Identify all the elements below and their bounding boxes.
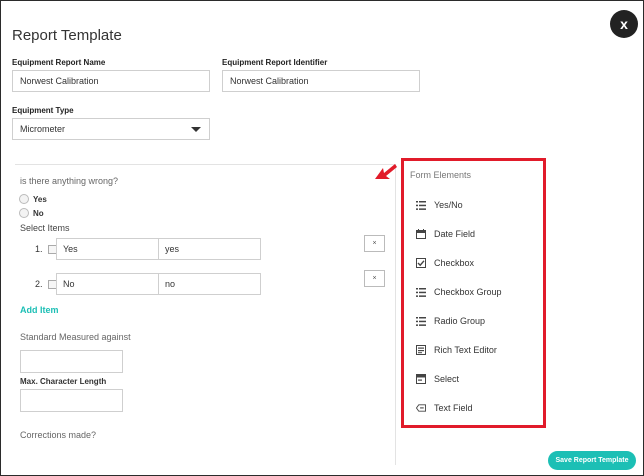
add-item-link[interactable]: Add Item	[20, 305, 59, 315]
list-icon	[416, 287, 426, 297]
form-elements-title: Form Elements	[410, 170, 472, 180]
form-element-label: Checkbox	[434, 258, 475, 268]
item-value-input[interactable]: yes	[158, 238, 261, 260]
chevron-down-icon	[191, 127, 201, 132]
report-template-dialog: Report Template x Equipment Report Name …	[0, 0, 644, 476]
calendar-icon	[416, 229, 426, 239]
form-element-label: Rich Text Editor	[434, 345, 497, 355]
close-button[interactable]: x	[610, 10, 638, 38]
dialog-title: Report Template	[12, 27, 122, 44]
select-icon	[416, 374, 426, 384]
select-items-label: Select Items	[20, 223, 70, 233]
text-editor-icon	[416, 345, 426, 355]
form-element-select[interactable]: Select	[416, 372, 536, 386]
form-element-label: Select	[434, 374, 460, 384]
remove-item-button[interactable]: ×	[364, 270, 385, 287]
radio-yes[interactable]	[19, 194, 29, 204]
equipment-type-value: Micrometer	[20, 124, 66, 134]
form-element-yes-no[interactable]: Yes/No	[416, 198, 536, 212]
form-element-checkbox[interactable]: Checkbox	[416, 256, 536, 270]
radio-no-label: No	[33, 209, 44, 218]
form-element-label: Radio Group	[434, 316, 486, 326]
report-name-label: Equipment Report Name	[12, 58, 106, 67]
list-icon	[416, 200, 426, 210]
form-element-label: Text Field	[434, 403, 473, 413]
max-length-input[interactable]	[20, 389, 123, 412]
item-number: 1.	[35, 244, 43, 254]
question-text: Standard Measured against	[20, 332, 131, 342]
question-text: is there anything wrong?	[20, 176, 119, 186]
list-icon	[416, 316, 426, 326]
identifier-value: Norwest Calibration	[230, 76, 309, 86]
checkbox-icon	[416, 258, 426, 268]
form-element-checkbox-group[interactable]: Checkbox Group	[416, 285, 536, 299]
form-elements-panel: Form Elements Yes/No Date Field Checkbox…	[401, 158, 546, 428]
item-number: 2.	[35, 279, 43, 289]
close-icon: x	[620, 16, 628, 32]
item-value-input[interactable]: no	[158, 273, 261, 295]
item-label-value: Yes	[63, 244, 78, 254]
equipment-type-select[interactable]: Micrometer	[12, 118, 210, 140]
question-text: Corrections made?	[20, 430, 97, 440]
equipment-type-label: Equipment Type	[12, 106, 74, 115]
form-element-label: Yes/No	[434, 200, 463, 210]
close-icon: ×	[372, 240, 377, 247]
remove-item-button[interactable]: ×	[364, 235, 385, 252]
radio-yes-label: Yes	[33, 195, 47, 204]
report-name-input[interactable]: Norwest Calibration	[12, 70, 210, 92]
item-label-input[interactable]: No	[56, 273, 159, 295]
item-value-value: no	[165, 279, 176, 289]
identifier-input[interactable]: Norwest Calibration	[222, 70, 420, 92]
text-field-icon	[416, 403, 426, 413]
form-element-rich-text-editor[interactable]: Rich Text Editor	[416, 343, 536, 357]
item-value-value: yes	[165, 244, 180, 254]
item-label-value: No	[63, 279, 75, 289]
answer-input[interactable]	[20, 350, 123, 373]
form-element-label: Date Field	[434, 229, 476, 239]
pointer-arrow-icon	[375, 164, 397, 179]
close-icon: ×	[372, 275, 377, 282]
form-element-radio-group[interactable]: Radio Group	[416, 314, 536, 328]
form-element-label: Checkbox Group	[434, 287, 502, 297]
form-element-date-field[interactable]: Date Field	[416, 227, 536, 241]
save-report-template-button[interactable]: Save Report Template	[548, 451, 636, 470]
report-name-value: Norwest Calibration	[20, 76, 99, 86]
radio-no[interactable]	[19, 208, 29, 218]
max-length-label: Max. Character Length	[20, 377, 107, 386]
identifier-label: Equipment Report Identifier	[222, 58, 328, 67]
item-label-input[interactable]: Yes	[56, 238, 159, 260]
question-editor-panel: is there anything wrong? Yes No Select I…	[15, 164, 396, 465]
form-element-text-field[interactable]: Text Field	[416, 401, 536, 415]
